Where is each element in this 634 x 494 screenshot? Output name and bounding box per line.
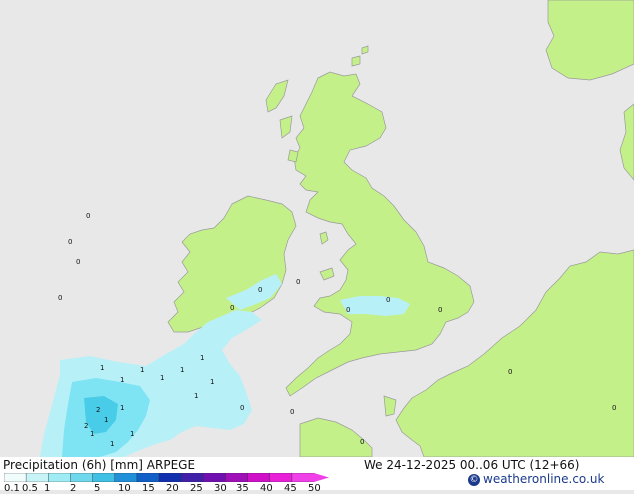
legend-tick-label: 0.5 (22, 483, 38, 494)
precip-value-marker: 0 (508, 368, 512, 376)
legend-swatch (136, 473, 160, 482)
legend-arrow (314, 473, 329, 482)
site-credit[interactable]: © weatheronline.co.uk (468, 472, 604, 486)
site-credit-text: weatheronline.co.uk (483, 472, 605, 486)
precip-value-marker: 1 (110, 440, 114, 448)
legend-swatch (269, 473, 293, 482)
precip-value-marker: 1 (180, 366, 184, 374)
precip-value-marker: 0 (230, 304, 234, 312)
precip-value-marker: 1 (160, 374, 164, 382)
precip-value-marker: 0 (58, 294, 62, 302)
legend-swatch (291, 473, 315, 482)
precip-value-marker: 0 (612, 404, 616, 412)
legend-swatch (247, 473, 271, 482)
precip-value-marker: 0 (290, 408, 294, 416)
precip-value-marker: 0 (258, 286, 262, 294)
legend-tick-label: 2 (70, 483, 77, 494)
legend-swatch (48, 473, 71, 482)
precip-value-marker: 0 (360, 438, 364, 446)
precip-value-marker: 0 (76, 258, 80, 266)
legend-tick-label: 50 (308, 483, 321, 494)
legend-swatch (203, 473, 226, 482)
legend-swatch (225, 473, 248, 482)
legend-tick-label: 25 (190, 483, 203, 494)
precip-value-marker: 1 (194, 392, 198, 400)
precip-value-marker: 1 (210, 378, 214, 386)
precipitation-map: 000000000001111111111111220000 (0, 0, 634, 457)
precip-value-marker: 0 (346, 306, 350, 314)
legend-tick-label: 15 (142, 483, 155, 494)
legend-swatch (158, 473, 182, 482)
legend-swatch (4, 473, 27, 482)
precip-value-marker: 0 (86, 212, 90, 220)
norway-coast (545, 0, 634, 81)
legend-tick-label: 5 (94, 483, 101, 494)
precip-value-marker: 1 (90, 430, 94, 438)
precip-value-marker: 0 (68, 238, 72, 246)
precip-value-marker: 1 (140, 366, 144, 374)
precipitation-area-england (340, 296, 410, 316)
legend-swatch (114, 473, 138, 482)
precip-value-marker: 1 (200, 354, 204, 362)
precip-value-marker: 1 (120, 376, 124, 384)
precipitation-legend-bar (4, 473, 329, 482)
legend-swatch (92, 473, 116, 482)
legend-tick-label: 30 (214, 483, 227, 494)
precip-value-marker: 1 (120, 404, 124, 412)
legend-swatch (70, 473, 94, 482)
legend-tick-label: 40 (260, 483, 273, 494)
legend-swatch (25, 473, 49, 482)
precip-value-marker: 0 (386, 296, 390, 304)
precip-value-marker: 1 (104, 416, 108, 424)
legend-tick-label: 10 (118, 483, 131, 494)
precip-value-marker: 1 (100, 364, 104, 372)
precip-value-marker: 0 (240, 404, 244, 412)
copyright-icon: © (468, 474, 480, 486)
precip-value-marker: 0 (296, 278, 300, 286)
legend-tick-label: 1 (44, 483, 51, 494)
map-title: Precipitation (6h) [mm] ARPEGE (3, 458, 196, 472)
map-footer: Precipitation (6h) [mm] ARPEGE We 24-12-… (0, 457, 634, 494)
precip-value-marker: 1 (130, 430, 134, 438)
legend-tick-label: 35 (236, 483, 249, 494)
legend-tick-label: 45 (284, 483, 297, 494)
validity-time: We 24-12-2025 00..06 UTC (12+66) (364, 458, 580, 472)
precip-value-marker: 2 (84, 422, 88, 430)
precip-value-marker: 0 (438, 306, 442, 314)
legend-tick-label: 0.1 (4, 483, 20, 494)
legend-swatch (180, 473, 204, 482)
legend-tick-label: 20 (166, 483, 179, 494)
precip-value-marker: 2 (96, 406, 100, 414)
